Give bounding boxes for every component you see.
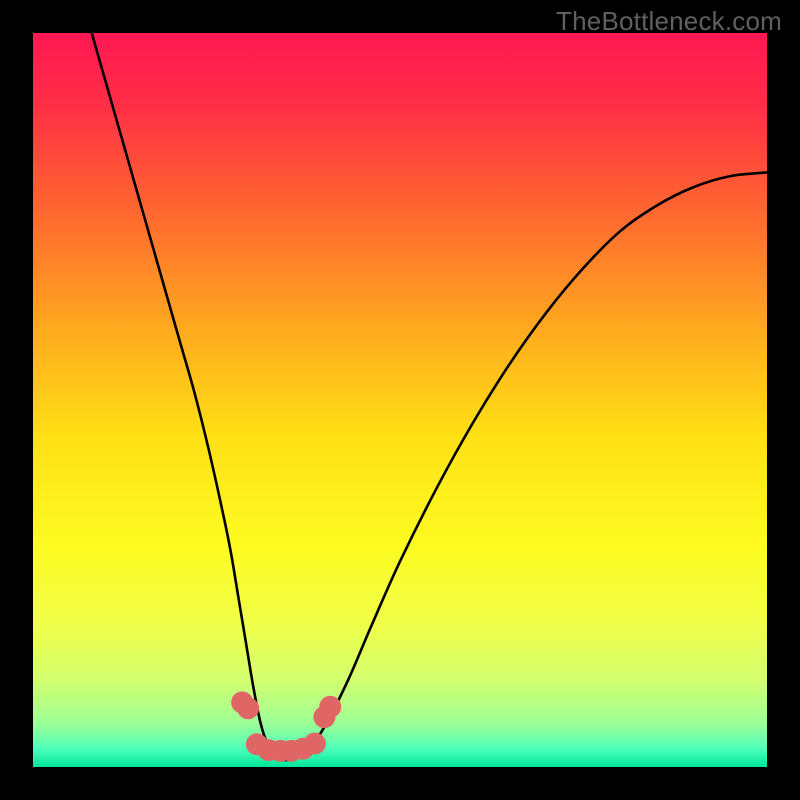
gradient-background (33, 33, 767, 767)
highlight-dot (304, 733, 326, 755)
highlight-dot (319, 696, 341, 718)
bottleneck-chart (33, 33, 767, 767)
highlight-dot (237, 697, 259, 719)
plot-area (33, 33, 767, 767)
chart-frame: TheBottleneck.com (0, 0, 800, 800)
